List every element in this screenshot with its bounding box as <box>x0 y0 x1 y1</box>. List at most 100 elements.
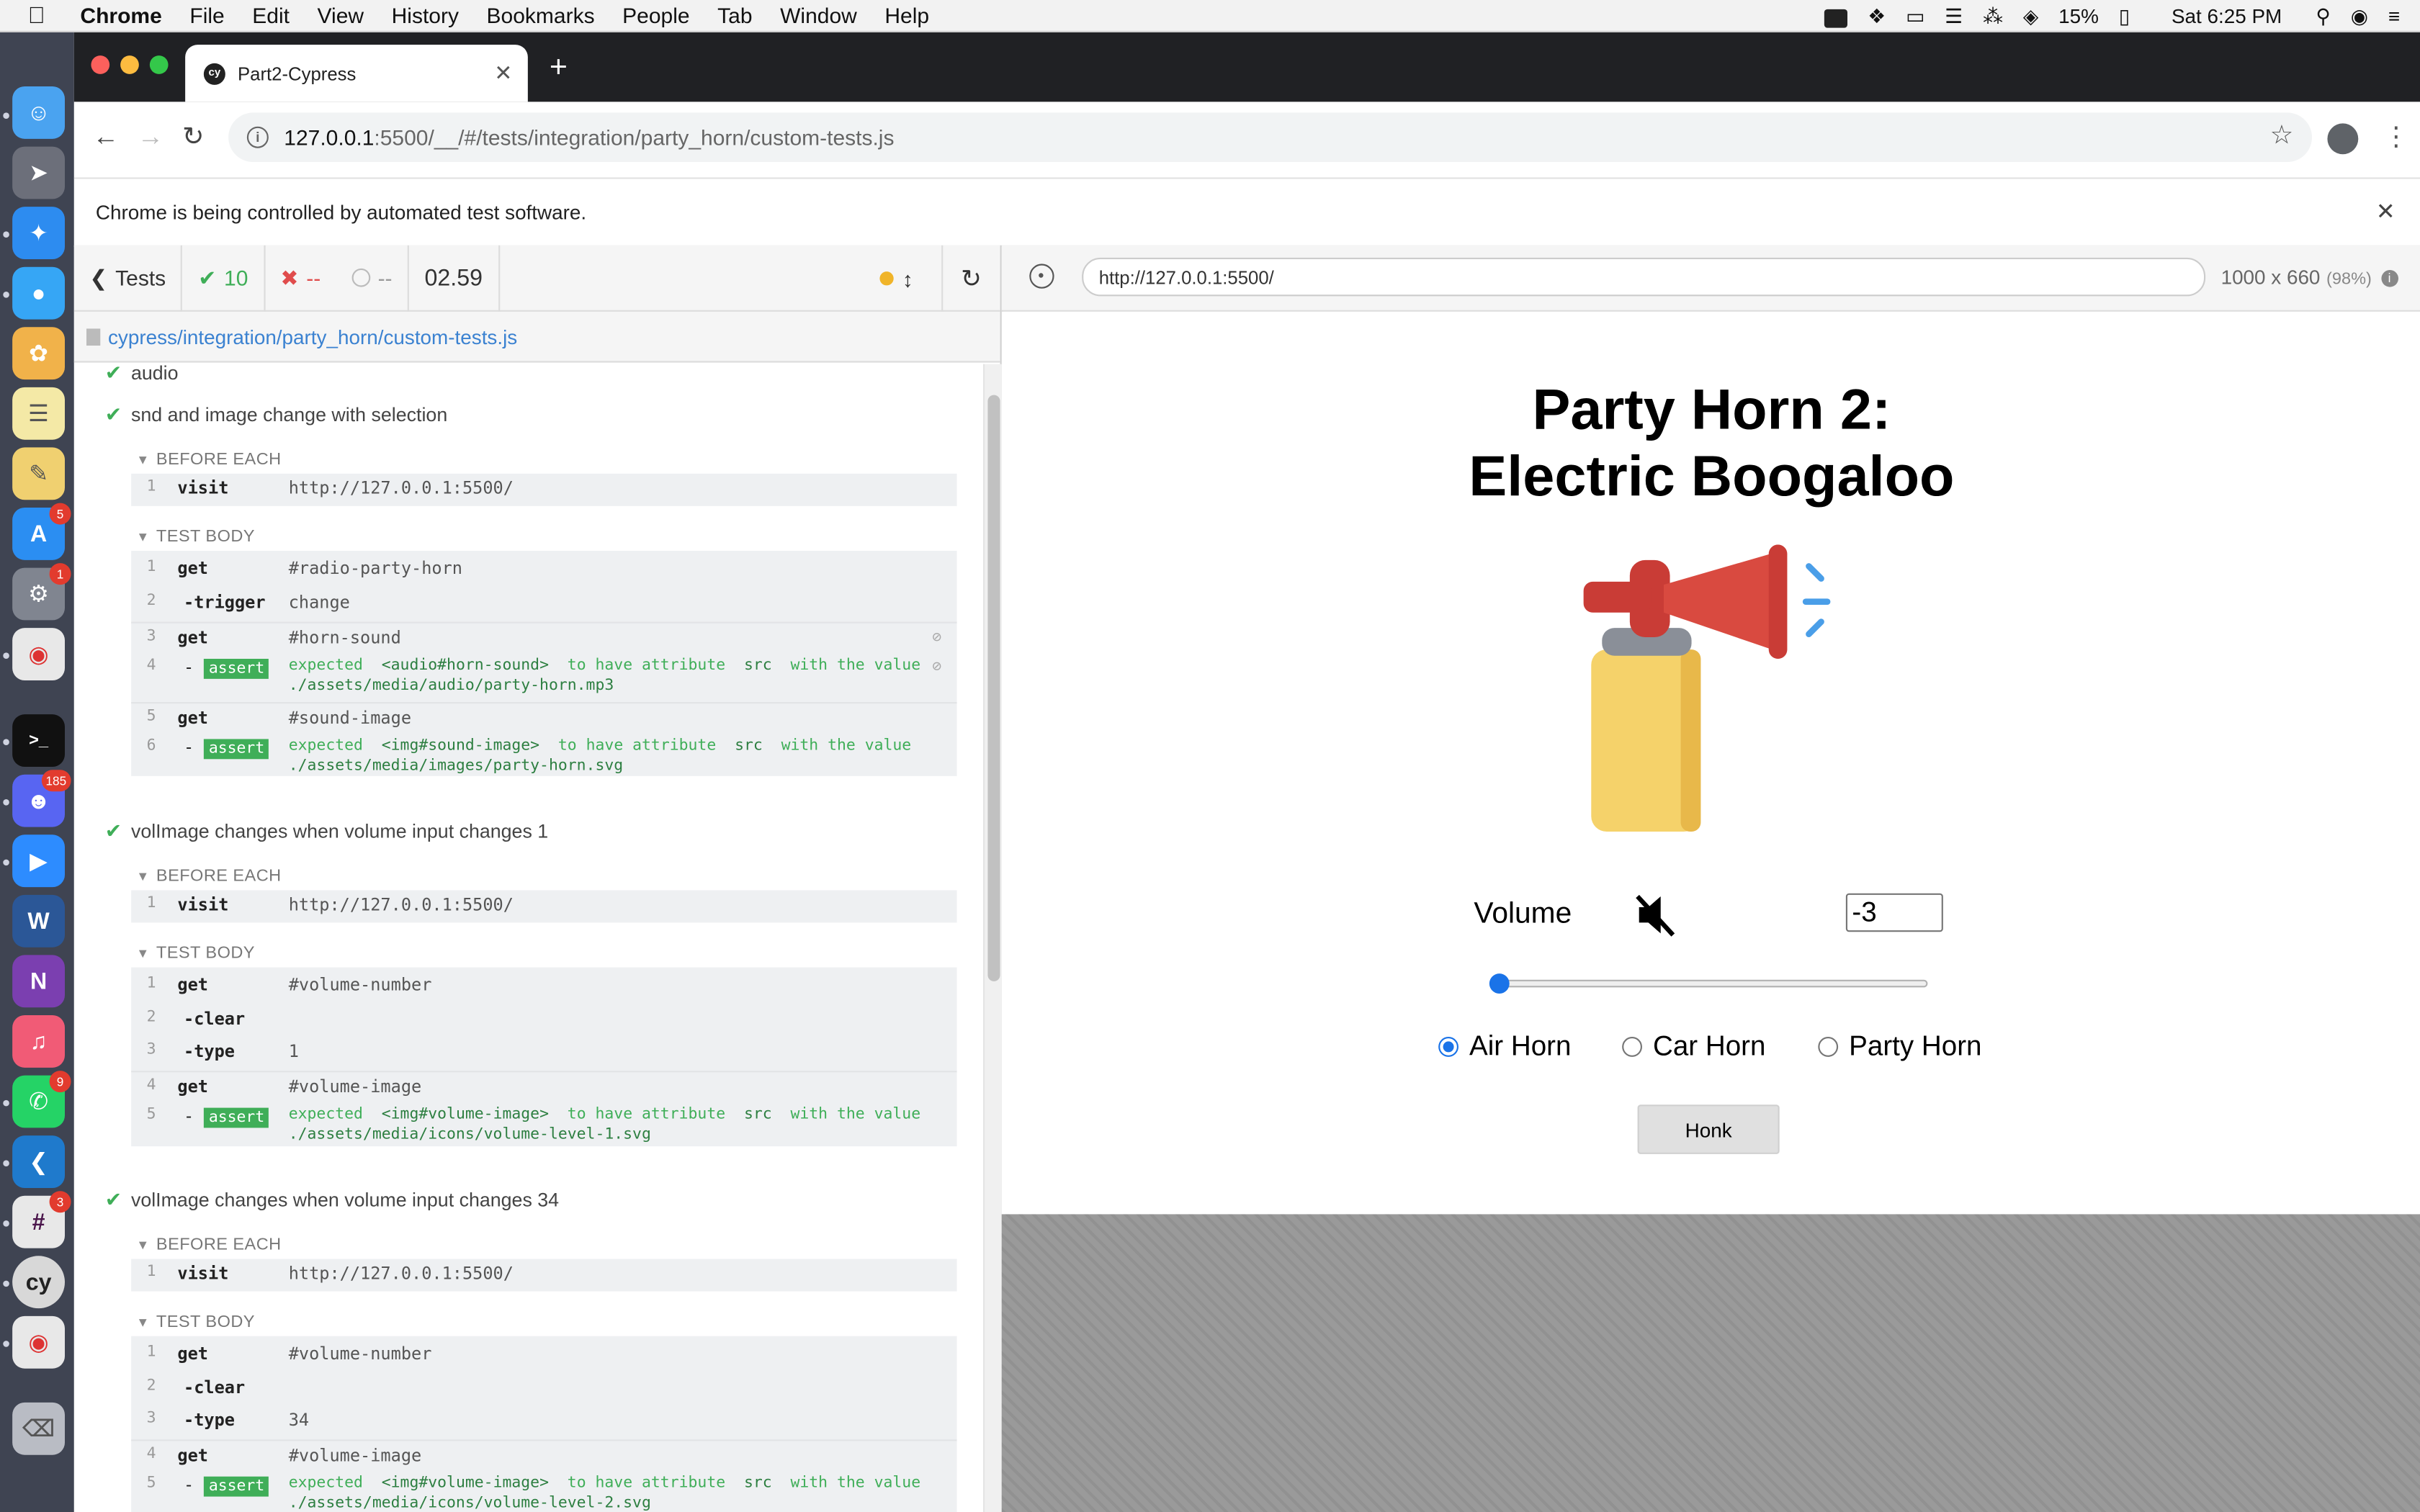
aut-url-field[interactable]: http://127.0.0.1:5500/ <box>1082 257 2206 297</box>
forward-arrow-icon[interactable]: → <box>138 122 163 153</box>
hook-before-each[interactable]: BEFORE EACH <box>139 451 282 469</box>
discord-icon[interactable]: ☻ 185 <box>12 770 71 827</box>
command-row[interactable]: 1 visit http://127.0.0.1:5500/ <box>131 890 956 921</box>
radio-label[interactable]: Air Horn <box>1469 1030 1571 1063</box>
command-row[interactable]: 2 -clear <box>131 1004 956 1035</box>
onenote-icon[interactable]: N <box>12 955 66 1008</box>
radio-party-horn[interactable]: Party Horn <box>1818 1030 1981 1063</box>
finder-icon[interactable]: ☺ <box>12 86 66 139</box>
close-window-button[interactable] <box>91 55 110 74</box>
tests-back-button[interactable]: ❮ Tests <box>74 244 183 311</box>
hook-before-each[interactable]: BEFORE EACH <box>139 867 282 886</box>
siri-icon[interactable]: ◉ <box>2351 4 2368 28</box>
slack-icon[interactable]: #3 <box>12 1191 71 1248</box>
test-title-row[interactable]: ✔ volImage changes when volume input chan… <box>105 819 548 844</box>
pending-count[interactable]: -- <box>336 244 410 311</box>
menu-history[interactable]: History <box>392 3 459 27</box>
clock[interactable]: Sat 6:25 PM <box>2172 4 2282 27</box>
viewport-info[interactable]: 1000 x 660 (98%) i <box>2221 266 2398 289</box>
bookmark-star-icon[interactable]: ☆ <box>2270 120 2294 151</box>
command-row[interactable]: 3 get #horn-sound ⊘ <box>131 621 957 653</box>
honk-button[interactable]: Honk <box>1637 1104 1780 1154</box>
safari-icon[interactable]: ✦ <box>12 207 66 259</box>
command-row[interactable]: 1 get #volume-number <box>131 971 956 1002</box>
profile-avatar-icon[interactable] <box>2327 123 2359 155</box>
menu-people[interactable]: People <box>622 3 689 27</box>
back-arrow-icon[interactable]: ← <box>93 122 119 153</box>
menu-tab[interactable]: Tab <box>717 3 752 27</box>
us-flag-input-icon[interactable]: ☰ <box>1945 4 1963 28</box>
photos-icon[interactable]: ✿ <box>12 327 66 380</box>
reporter-scrollbar[interactable] <box>983 364 1002 1512</box>
test-title-row[interactable]: ✔ snd and image change with selection <box>105 402 448 427</box>
failed-count[interactable]: ✖ -- <box>265 245 336 311</box>
apple-menu-icon[interactable]:  <box>28 2 56 28</box>
command-row[interactable]: 5- assert expected <img#volume-image> to … <box>131 1102 956 1148</box>
radio-label[interactable]: Party Horn <box>1849 1030 1981 1063</box>
hook-test-body[interactable]: TEST BODY <box>139 528 255 546</box>
spec-file-bar[interactable]: cypress/integration/party_horn/custom-te… <box>73 311 1000 363</box>
menu-chrome[interactable]: Chrome <box>80 3 161 27</box>
command-row[interactable]: 4 get #volume-image <box>131 1071 957 1102</box>
command-row[interactable]: 2 -clear <box>131 1373 956 1404</box>
command-row[interactable]: 1 visit http://127.0.0.1:5500/ <box>131 1259 956 1290</box>
menu-bookmarks[interactable]: Bookmarks <box>487 3 595 27</box>
close-infobar-icon[interactable]: ✕ <box>2376 197 2396 225</box>
menu-edit[interactable]: Edit <box>252 3 290 27</box>
hook-before-each[interactable]: BEFORE EACH <box>139 1236 282 1254</box>
music-icon[interactable]: ♫ <box>12 1015 66 1068</box>
minimize-window-button[interactable] <box>120 55 139 74</box>
menu-help[interactable]: Help <box>884 3 929 27</box>
reload-icon[interactable]: ↻ <box>182 122 205 153</box>
vscode-icon[interactable]: ❮ <box>12 1135 66 1188</box>
volume-slider-thumb[interactable] <box>1489 973 1510 994</box>
command-row[interactable]: 6- assert expected <img#sound-image> to h… <box>131 733 956 779</box>
command-row[interactable]: 3 -type 34 <box>131 1405 956 1436</box>
hook-test-body[interactable]: TEST BODY <box>139 944 255 963</box>
dropbox-icon[interactable]: ❖ <box>1868 4 1886 28</box>
site-info-icon[interactable]: i <box>246 126 269 148</box>
new-tab-button[interactable]: + <box>550 51 568 86</box>
system-preferences-icon[interactable]: ⚙ 1 <box>12 563 71 621</box>
battery-percent[interactable]: 15% <box>2058 4 2099 27</box>
spec-path[interactable]: cypress/integration/party_horn/custom-te… <box>108 325 517 348</box>
menu-file[interactable]: File <box>189 3 224 27</box>
radio-button[interactable] <box>1818 1037 1839 1057</box>
notes-icon[interactable]: ☰ <box>12 387 66 440</box>
airplay-icon[interactable]: ▭ <box>1906 4 1924 28</box>
terminal-icon[interactable]: >_ <box>12 714 66 767</box>
command-row[interactable]: 1 get #radio-party-horn <box>131 554 956 585</box>
volume-number-input[interactable] <box>1845 893 1943 932</box>
volume-slider[interactable] <box>1500 979 1928 988</box>
textedit-icon[interactable]: ✎ <box>12 447 66 500</box>
command-row[interactable]: 1 visit http://127.0.0.1:5500/ <box>131 474 956 505</box>
command-row[interactable]: 4- assert expected <audio#horn-sound> to … <box>131 652 956 698</box>
test-title-row[interactable]: ✔ volImage changes when volume input chan… <box>105 1188 559 1212</box>
menu-window[interactable]: Window <box>780 3 857 27</box>
command-row[interactable]: 1 get #volume-number <box>131 1339 956 1370</box>
notification-center-icon[interactable]: ≡ <box>2388 4 2400 27</box>
radio-button-checked[interactable] <box>1438 1037 1458 1057</box>
command-row[interactable]: 5- assert expected <img#volume-image> to … <box>131 1470 956 1512</box>
bluetooth-icon[interactable]: ⁂ <box>1983 4 2003 28</box>
word-icon[interactable]: W <box>12 894 66 948</box>
command-row[interactable]: 2 -trigger change <box>131 588 956 618</box>
launchpad-icon[interactable]: ➤ <box>12 146 66 199</box>
chrome-menu-icon[interactable]: ⋮ <box>2383 122 2409 153</box>
auto-scroll-icon[interactable]: ↕ <box>902 266 913 291</box>
spotlight-search-icon[interactable]: ⚲ <box>2316 4 2330 28</box>
command-row[interactable]: 5 get #sound-image <box>131 701 957 733</box>
radio-air-horn[interactable]: Air Horn <box>1438 1030 1571 1063</box>
radio-button[interactable] <box>1622 1037 1642 1057</box>
command-row[interactable]: 4 get #volume-image <box>131 1439 957 1470</box>
command-row[interactable]: 3 -type 1 <box>131 1037 956 1068</box>
passed-count[interactable]: ✔ 10 <box>183 244 266 311</box>
hook-test-body[interactable]: TEST BODY <box>139 1313 255 1332</box>
rerun-icon[interactable]: ↻ <box>941 245 1000 312</box>
scrollbar-thumb[interactable] <box>987 395 1000 981</box>
app-store-icon[interactable]: A5 <box>12 503 71 560</box>
messages-icon[interactable]: ● <box>12 266 66 320</box>
zoom-status-icon[interactable] <box>1824 4 1848 27</box>
chrome-icon[interactable]: ◉ <box>12 628 66 680</box>
info-icon[interactable]: i <box>2380 270 2398 287</box>
